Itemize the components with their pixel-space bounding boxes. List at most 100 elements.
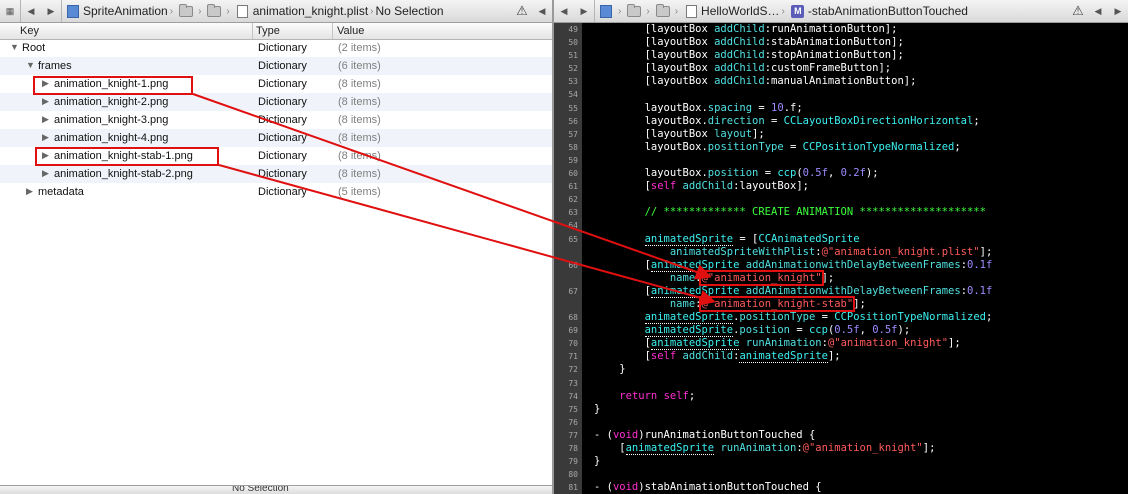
disclosure-collapsed-icon[interactable]: ▶ [42, 96, 49, 107]
plist-row[interactable]: ▶ animation_knight-4.png Dictionary (8 item… [0, 129, 552, 147]
plist-key[interactable]: metadata [38, 186, 84, 198]
code-text[interactable]: animatedSprite.positionType = CCPosition… [594, 311, 992, 325]
code-line[interactable]: 80 [554, 468, 1128, 481]
code-line[interactable]: name:@"animation_knight"]; [554, 269, 1128, 286]
code-text[interactable]: layoutBox.direction = CCLayoutBoxDirecti… [594, 115, 980, 127]
plist-type[interactable]: Dictionary [258, 186, 307, 198]
code-text[interactable]: name:@"animation_knight-stab"]; [594, 295, 866, 312]
code-line[interactable]: 56 layoutBox.direction = CCLayoutBoxDire… [554, 115, 1128, 128]
code-text[interactable]: [layoutBox addChild:manualAnimationButto… [594, 75, 917, 87]
code-line[interactable]: 77 - (void)runAnimationButtonTouched { [554, 429, 1128, 442]
code-text[interactable]: layoutBox.position = ccp(0.5f, 0.2f); [594, 167, 879, 179]
code-text[interactable]: [animatedSprite runAnimation:@"animation… [594, 442, 935, 455]
plist-type[interactable]: Dictionary [258, 150, 307, 162]
code-line[interactable]: 49 [layoutBox addChild:runAnimationButto… [554, 23, 1128, 36]
folder-icon[interactable] [179, 3, 194, 17]
code-line[interactable]: 52 [layoutBox addChild:customFrameButton… [554, 62, 1128, 75]
code-line[interactable]: 69 animatedSprite.position = ccp(0.5f, 0… [554, 324, 1128, 338]
column-value[interactable]: Value [337, 25, 364, 37]
code-text[interactable]: layoutBox.positionType = CCPositionTypeN… [594, 141, 961, 153]
code-line[interactable]: 81 - (void)stabAnimationButtonTouched { [554, 481, 1128, 494]
code-line[interactable]: 66 [animatedSprite addAnimationwithDelay… [554, 258, 1128, 272]
code-text[interactable]: } [594, 455, 600, 467]
code-text[interactable]: } [594, 403, 600, 415]
forward-arrow-icon[interactable]: ▶ [1108, 0, 1128, 22]
plist-row[interactable]: ▶ metadata Dictionary (5 items) [0, 183, 552, 201]
breadcrumb-project[interactable]: SpriteAnimation [83, 4, 168, 18]
code-line[interactable]: 51 [layoutBox addChild:stopAnimationButt… [554, 49, 1128, 62]
code-text[interactable]: name:@"animation_knight"]; [594, 269, 834, 286]
folder-icon[interactable] [627, 3, 642, 17]
code-line[interactable]: name:@"animation_knight-stab"]; [554, 295, 1128, 312]
plist-type[interactable]: Dictionary [258, 78, 307, 90]
plist-row[interactable]: ▶ animation_knight-stab-2.png Dictionary (8… [0, 165, 552, 183]
code-line[interactable]: 68 animatedSprite.positionType = CCPosit… [554, 311, 1128, 325]
back-arrow-icon[interactable]: ◀ [21, 0, 41, 22]
code-text[interactable]: [layoutBox addChild:customFrameButton]; [594, 62, 892, 74]
plist-key[interactable]: animation_knight-stab-2.png [54, 168, 193, 180]
code-line[interactable]: 63 // ************* CREATE ANIMATION ***… [554, 206, 1128, 219]
plist-type[interactable]: Dictionary [258, 42, 307, 54]
folder-icon[interactable] [207, 3, 222, 17]
code-line[interactable]: 74 return self; [554, 390, 1128, 403]
code-line[interactable]: 71 [self addChild:animatedSprite]; [554, 350, 1128, 364]
code-line[interactable]: 78 [animatedSprite runAnimation:@"animat… [554, 442, 1128, 455]
folder-icon[interactable] [655, 3, 670, 17]
code-line[interactable]: 61 [self addChild:layoutBox]; [554, 180, 1128, 193]
warning-icon[interactable]: ⚠ [512, 0, 532, 22]
disclosure-collapsed-icon[interactable]: ▶ [42, 168, 49, 179]
code-text[interactable]: [animatedSprite addAnimationwithDelayBet… [594, 258, 992, 272]
code-line[interactable]: 72 } [554, 363, 1128, 376]
forward-arrow-icon[interactable]: ▶ [41, 0, 61, 22]
plist-type[interactable]: Dictionary [258, 132, 307, 144]
plist-type[interactable]: Dictionary [258, 114, 307, 126]
code-line[interactable]: 65 animatedSprite = [CCAnimatedSprite [554, 232, 1128, 246]
code-line[interactable]: 70 [animatedSprite runAnimation:@"animat… [554, 337, 1128, 351]
source-code[interactable]: 49 [layoutBox addChild:runAnimationButto… [554, 23, 1128, 494]
code-text[interactable]: - (void)stabAnimationButtonTouched { [594, 481, 822, 493]
plist-key[interactable]: Root [22, 42, 45, 54]
plist-key[interactable]: animation_knight-4.png [54, 132, 168, 144]
plist-type[interactable]: Dictionary [258, 96, 307, 108]
code-line[interactable]: 64 [554, 219, 1128, 232]
breadcrumb-method[interactable]: -stabAnimationButtonTouched [808, 4, 968, 18]
code-line[interactable]: 76 [554, 416, 1128, 429]
code-text[interactable]: animatedSprite = [CCAnimatedSprite [594, 232, 860, 246]
disclosure-expanded-icon[interactable]: ▼ [26, 60, 35, 70]
warning-icon[interactable]: ⚠ [1068, 0, 1088, 22]
back-arrow-icon[interactable]: ◀ [532, 0, 552, 22]
code-line[interactable]: 75} [554, 403, 1128, 416]
code-text[interactable]: [layoutBox addChild:stabAnimationButton]… [594, 36, 904, 48]
project-icon[interactable] [599, 4, 613, 18]
plist-row[interactable]: ▶ animation_knight-2.png Dictionary (8 item… [0, 93, 552, 111]
code-line[interactable]: 57 [layoutBox layout]; [554, 128, 1128, 141]
code-line[interactable]: 58 layoutBox.positionType = CCPositionTy… [554, 141, 1128, 154]
code-text[interactable]: [self addChild:animatedSprite]; [594, 350, 841, 364]
code-text[interactable]: layoutBox.spacing = 10.f; [594, 102, 803, 114]
disclosure-expanded-icon[interactable]: ▼ [10, 42, 19, 52]
code-text[interactable]: [animatedSprite runAnimation:@"animation… [594, 337, 961, 351]
breadcrumb-file[interactable]: animation_knight.plist [253, 4, 368, 18]
code-line[interactable]: 60 layoutBox.position = ccp(0.5f, 0.2f); [554, 167, 1128, 180]
plist-key[interactable]: frames [38, 60, 72, 72]
code-text[interactable]: animatedSprite.position = ccp(0.5f, 0.5f… [594, 324, 910, 338]
forward-arrow-icon[interactable]: ▶ [574, 0, 594, 22]
plist-key[interactable]: animation_knight-3.png [54, 114, 168, 126]
breadcrumb-source-file[interactable]: HelloWorldS… [701, 4, 779, 18]
plist-row[interactable]: ▶ animation_knight-3.png Dictionary (8 item… [0, 111, 552, 129]
column-type[interactable]: Type [256, 25, 280, 37]
code-line[interactable]: 55 layoutBox.spacing = 10.f; [554, 102, 1128, 115]
disclosure-collapsed-icon[interactable]: ▶ [26, 186, 33, 197]
code-line[interactable]: 59 [554, 154, 1128, 167]
code-line[interactable]: 50 [layoutBox addChild:stabAnimationButt… [554, 36, 1128, 49]
code-line[interactable]: 62 [554, 193, 1128, 206]
plist-row[interactable]: ▼ frames Dictionary (6 items) [0, 57, 552, 75]
code-text[interactable]: animatedSpriteWithPlist:@"animation_knig… [594, 246, 992, 258]
code-text[interactable]: // ************* CREATE ANIMATION ******… [594, 206, 986, 218]
code-text[interactable]: } [594, 363, 625, 375]
code-line[interactable]: 79} [554, 455, 1128, 468]
code-line[interactable]: 53 [layoutBox addChild:manualAnimationBu… [554, 75, 1128, 88]
code-line[interactable]: 73 [554, 377, 1128, 390]
disclosure-collapsed-icon[interactable]: ▶ [42, 132, 49, 143]
back-arrow-icon[interactable]: ◀ [554, 0, 574, 22]
